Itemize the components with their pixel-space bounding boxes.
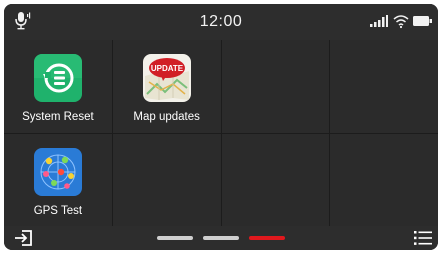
page-indicator	[4, 236, 438, 240]
app-label: GPS Test	[33, 204, 83, 217]
gps-test-icon	[33, 147, 82, 196]
app-map-updates[interactable]: UPDATE Map updates	[112, 40, 221, 133]
system-reset-icon	[33, 54, 82, 102]
battery-icon	[413, 16, 432, 26]
app-system-reset[interactable]: System Reset	[4, 40, 112, 133]
map-update-icon: UPDATE	[142, 54, 191, 102]
app-label: System Reset	[22, 111, 94, 123]
empty-slot	[221, 40, 330, 133]
empty-slot	[330, 133, 438, 226]
page-dot-3-active[interactable]	[249, 236, 285, 240]
app-grid: System Reset UPDATE Map updates GPS Test	[4, 40, 438, 226]
wifi-icon	[393, 15, 409, 29]
app-gps-test[interactable]: GPS Test	[4, 133, 112, 226]
empty-slot	[221, 133, 330, 226]
page-dot-2[interactable]	[203, 236, 239, 240]
empty-slot	[112, 133, 221, 226]
device-screen: 12:00 System Reset UPDATE Map updates GP…	[4, 4, 438, 250]
page-dot-1[interactable]	[157, 236, 193, 240]
bottom-bar	[4, 226, 438, 250]
empty-slot	[330, 40, 438, 133]
menu-icon[interactable]	[414, 230, 432, 246]
signal-icon	[370, 15, 388, 27]
app-label: Map updates	[133, 111, 200, 123]
status-bar: 12:00	[4, 4, 438, 40]
map-update-badge: UPDATE	[150, 64, 183, 73]
